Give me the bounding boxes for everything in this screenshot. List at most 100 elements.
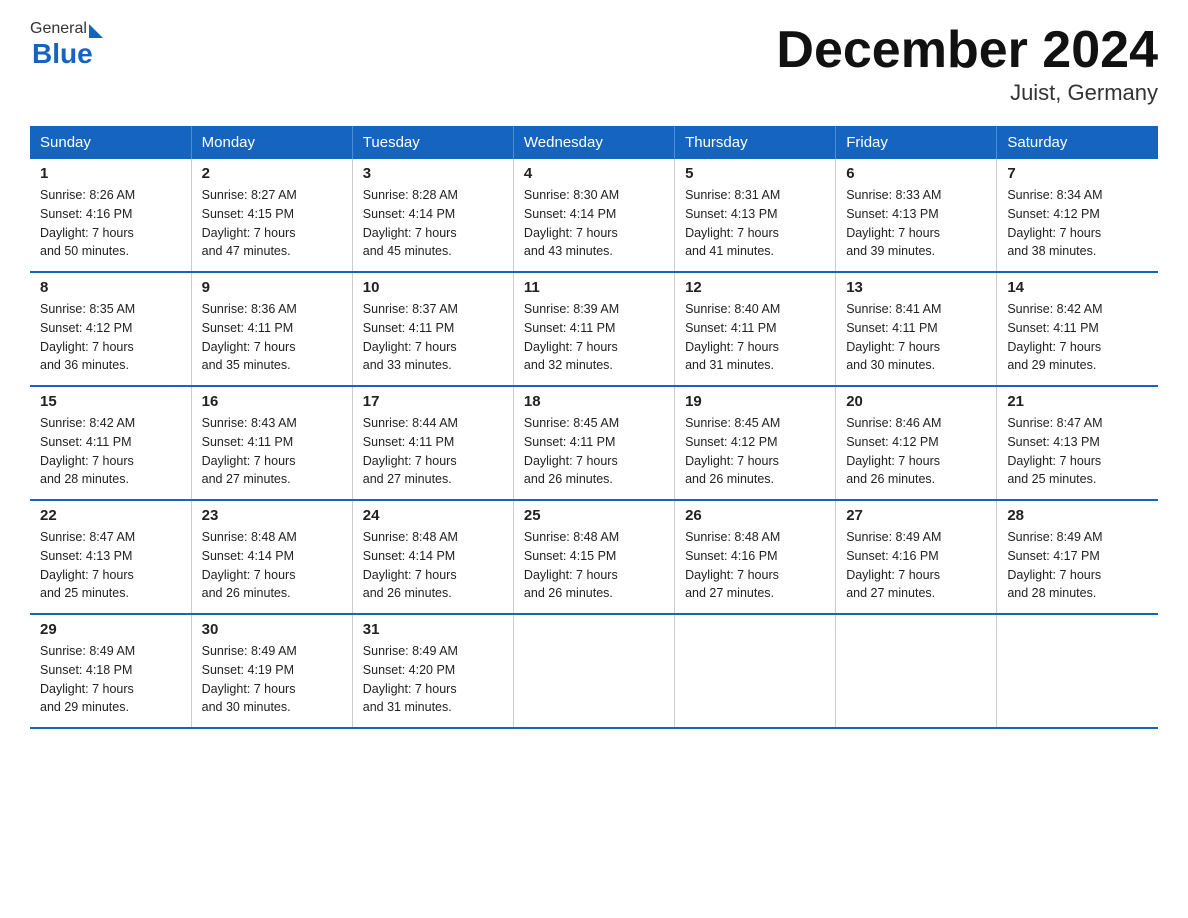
weekday-header-wednesday: Wednesday (513, 126, 674, 159)
logo: General Blue (30, 20, 103, 70)
calendar-cell: 31 Sunrise: 8:49 AMSunset: 4:20 PMDayligh… (352, 614, 513, 728)
day-number: 3 (363, 165, 503, 182)
week-row-3: 15 Sunrise: 8:42 AMSunset: 4:11 PMDayligh… (30, 386, 1158, 500)
calendar-cell (513, 614, 674, 728)
calendar-cell: 17 Sunrise: 8:44 AMSunset: 4:11 PMDayligh… (352, 386, 513, 500)
day-info: Sunrise: 8:48 AMSunset: 4:16 PMDaylight:… (685, 528, 825, 603)
calendar-cell: 10Sunrise: 8:37 AMSunset: 4:11 PMDayligh… (352, 272, 513, 386)
calendar-cell: 23 Sunrise: 8:48 AMSunset: 4:14 PMDayligh… (191, 500, 352, 614)
calendar-cell (675, 614, 836, 728)
day-info: Sunrise: 8:41 AMSunset: 4:11 PMDaylight:… (846, 300, 986, 375)
day-number: 16 (202, 393, 342, 410)
week-row-2: 8 Sunrise: 8:35 AMSunset: 4:12 PMDaylight… (30, 272, 1158, 386)
day-info: Sunrise: 8:44 AMSunset: 4:11 PMDaylight:… (363, 414, 503, 489)
day-info: Sunrise: 8:33 AMSunset: 4:13 PMDaylight:… (846, 186, 986, 261)
day-info: Sunrise: 8:48 AMSunset: 4:14 PMDaylight:… (363, 528, 503, 603)
day-info: Sunrise: 8:43 AMSunset: 4:11 PMDaylight:… (202, 414, 342, 489)
day-number: 8 (40, 279, 181, 296)
calendar-cell: 9Sunrise: 8:36 AMSunset: 4:11 PMDaylight… (191, 272, 352, 386)
logo-general-text: General (30, 20, 87, 38)
calendar-cell: 15 Sunrise: 8:42 AMSunset: 4:11 PMDayligh… (30, 386, 191, 500)
day-info: Sunrise: 8:49 AMSunset: 4:19 PMDaylight:… (202, 642, 342, 717)
day-info: Sunrise: 8:49 AMSunset: 4:16 PMDaylight:… (846, 528, 986, 603)
day-number: 12 (685, 279, 825, 296)
calendar-cell: 12Sunrise: 8:40 AMSunset: 4:11 PMDayligh… (675, 272, 836, 386)
day-info: Sunrise: 8:45 AMSunset: 4:11 PMDaylight:… (524, 414, 664, 489)
calendar-cell: 3Sunrise: 8:28 AMSunset: 4:14 PMDaylight… (352, 159, 513, 272)
calendar-cell: 29 Sunrise: 8:49 AMSunset: 4:18 PMDayligh… (30, 614, 191, 728)
calendar-cell: 24 Sunrise: 8:48 AMSunset: 4:14 PMDayligh… (352, 500, 513, 614)
calendar-cell: 5 Sunrise: 8:31 AMSunset: 4:13 PMDaylight… (675, 159, 836, 272)
day-number: 26 (685, 507, 825, 524)
calendar-cell: 13 Sunrise: 8:41 AMSunset: 4:11 PMDayligh… (836, 272, 997, 386)
day-info: Sunrise: 8:49 AMSunset: 4:17 PMDaylight:… (1007, 528, 1148, 603)
page-header: General Blue December 2024 Juist, German… (30, 20, 1158, 106)
day-info: Sunrise: 8:35 AMSunset: 4:12 PMDaylight:… (40, 300, 181, 375)
week-row-1: 1 Sunrise: 8:26 AMSunset: 4:16 PMDaylight… (30, 159, 1158, 272)
day-number: 5 (685, 165, 825, 182)
calendar-cell: 21Sunrise: 8:47 AMSunset: 4:13 PMDayligh… (997, 386, 1158, 500)
day-number: 11 (524, 279, 664, 296)
weekday-header-monday: Monday (191, 126, 352, 159)
calendar-cell: 30 Sunrise: 8:49 AMSunset: 4:19 PMDayligh… (191, 614, 352, 728)
day-number: 7 (1007, 165, 1148, 182)
calendar-cell (997, 614, 1158, 728)
day-number: 30 (202, 621, 342, 638)
calendar-cell (836, 614, 997, 728)
day-info: Sunrise: 8:42 AMSunset: 4:11 PMDaylight:… (40, 414, 181, 489)
day-number: 2 (202, 165, 342, 182)
main-title: December 2024 (776, 20, 1158, 80)
calendar-cell: 4Sunrise: 8:30 AMSunset: 4:14 PMDaylight… (513, 159, 674, 272)
day-number: 28 (1007, 507, 1148, 524)
day-number: 15 (40, 393, 181, 410)
day-info: Sunrise: 8:49 AMSunset: 4:20 PMDaylight:… (363, 642, 503, 717)
day-info: Sunrise: 8:45 AMSunset: 4:12 PMDaylight:… (685, 414, 825, 489)
day-number: 9 (202, 279, 342, 296)
calendar-cell: 7 Sunrise: 8:34 AMSunset: 4:12 PMDaylight… (997, 159, 1158, 272)
calendar-cell: 2Sunrise: 8:27 AMSunset: 4:15 PMDaylight… (191, 159, 352, 272)
day-info: Sunrise: 8:34 AMSunset: 4:12 PMDaylight:… (1007, 186, 1148, 261)
weekday-header-friday: Friday (836, 126, 997, 159)
calendar-cell: 27Sunrise: 8:49 AMSunset: 4:16 PMDayligh… (836, 500, 997, 614)
calendar-cell: 8 Sunrise: 8:35 AMSunset: 4:12 PMDaylight… (30, 272, 191, 386)
day-number: 29 (40, 621, 181, 638)
weekday-header-thursday: Thursday (675, 126, 836, 159)
day-info: Sunrise: 8:26 AMSunset: 4:16 PMDaylight:… (40, 186, 181, 261)
week-row-4: 22 Sunrise: 8:47 AMSunset: 4:13 PMDayligh… (30, 500, 1158, 614)
day-number: 17 (363, 393, 503, 410)
day-info: Sunrise: 8:48 AMSunset: 4:14 PMDaylight:… (202, 528, 342, 603)
day-number: 14 (1007, 279, 1148, 296)
weekday-header-row: SundayMondayTuesdayWednesdayThursdayFrid… (30, 126, 1158, 159)
weekday-header-tuesday: Tuesday (352, 126, 513, 159)
subtitle: Juist, Germany (776, 80, 1158, 106)
calendar-cell: 22 Sunrise: 8:47 AMSunset: 4:13 PMDayligh… (30, 500, 191, 614)
day-info: Sunrise: 8:48 AMSunset: 4:15 PMDaylight:… (524, 528, 664, 603)
day-number: 25 (524, 507, 664, 524)
logo-blue-text: Blue (32, 38, 93, 70)
day-number: 18 (524, 393, 664, 410)
calendar-cell: 28 Sunrise: 8:49 AMSunset: 4:17 PMDayligh… (997, 500, 1158, 614)
day-number: 19 (685, 393, 825, 410)
day-info: Sunrise: 8:49 AMSunset: 4:18 PMDaylight:… (40, 642, 181, 717)
title-area: December 2024 Juist, Germany (776, 20, 1158, 106)
day-number: 4 (524, 165, 664, 182)
weekday-header-saturday: Saturday (997, 126, 1158, 159)
day-number: 20 (846, 393, 986, 410)
day-number: 24 (363, 507, 503, 524)
day-number: 22 (40, 507, 181, 524)
day-info: Sunrise: 8:47 AMSunset: 4:13 PMDaylight:… (40, 528, 181, 603)
weekday-header-sunday: Sunday (30, 126, 191, 159)
calendar-cell: 6 Sunrise: 8:33 AMSunset: 4:13 PMDaylight… (836, 159, 997, 272)
day-number: 13 (846, 279, 986, 296)
calendar-cell: 19 Sunrise: 8:45 AMSunset: 4:12 PMDayligh… (675, 386, 836, 500)
day-number: 23 (202, 507, 342, 524)
day-info: Sunrise: 8:31 AMSunset: 4:13 PMDaylight:… (685, 186, 825, 261)
day-info: Sunrise: 8:39 AMSunset: 4:11 PMDaylight:… (524, 300, 664, 375)
day-number: 1 (40, 165, 181, 182)
calendar-cell: 20Sunrise: 8:46 AMSunset: 4:12 PMDayligh… (836, 386, 997, 500)
day-number: 31 (363, 621, 503, 638)
calendar-cell: 26 Sunrise: 8:48 AMSunset: 4:16 PMDayligh… (675, 500, 836, 614)
day-info: Sunrise: 8:47 AMSunset: 4:13 PMDaylight:… (1007, 414, 1148, 489)
calendar-cell: 18 Sunrise: 8:45 AMSunset: 4:11 PMDayligh… (513, 386, 674, 500)
day-number: 6 (846, 165, 986, 182)
